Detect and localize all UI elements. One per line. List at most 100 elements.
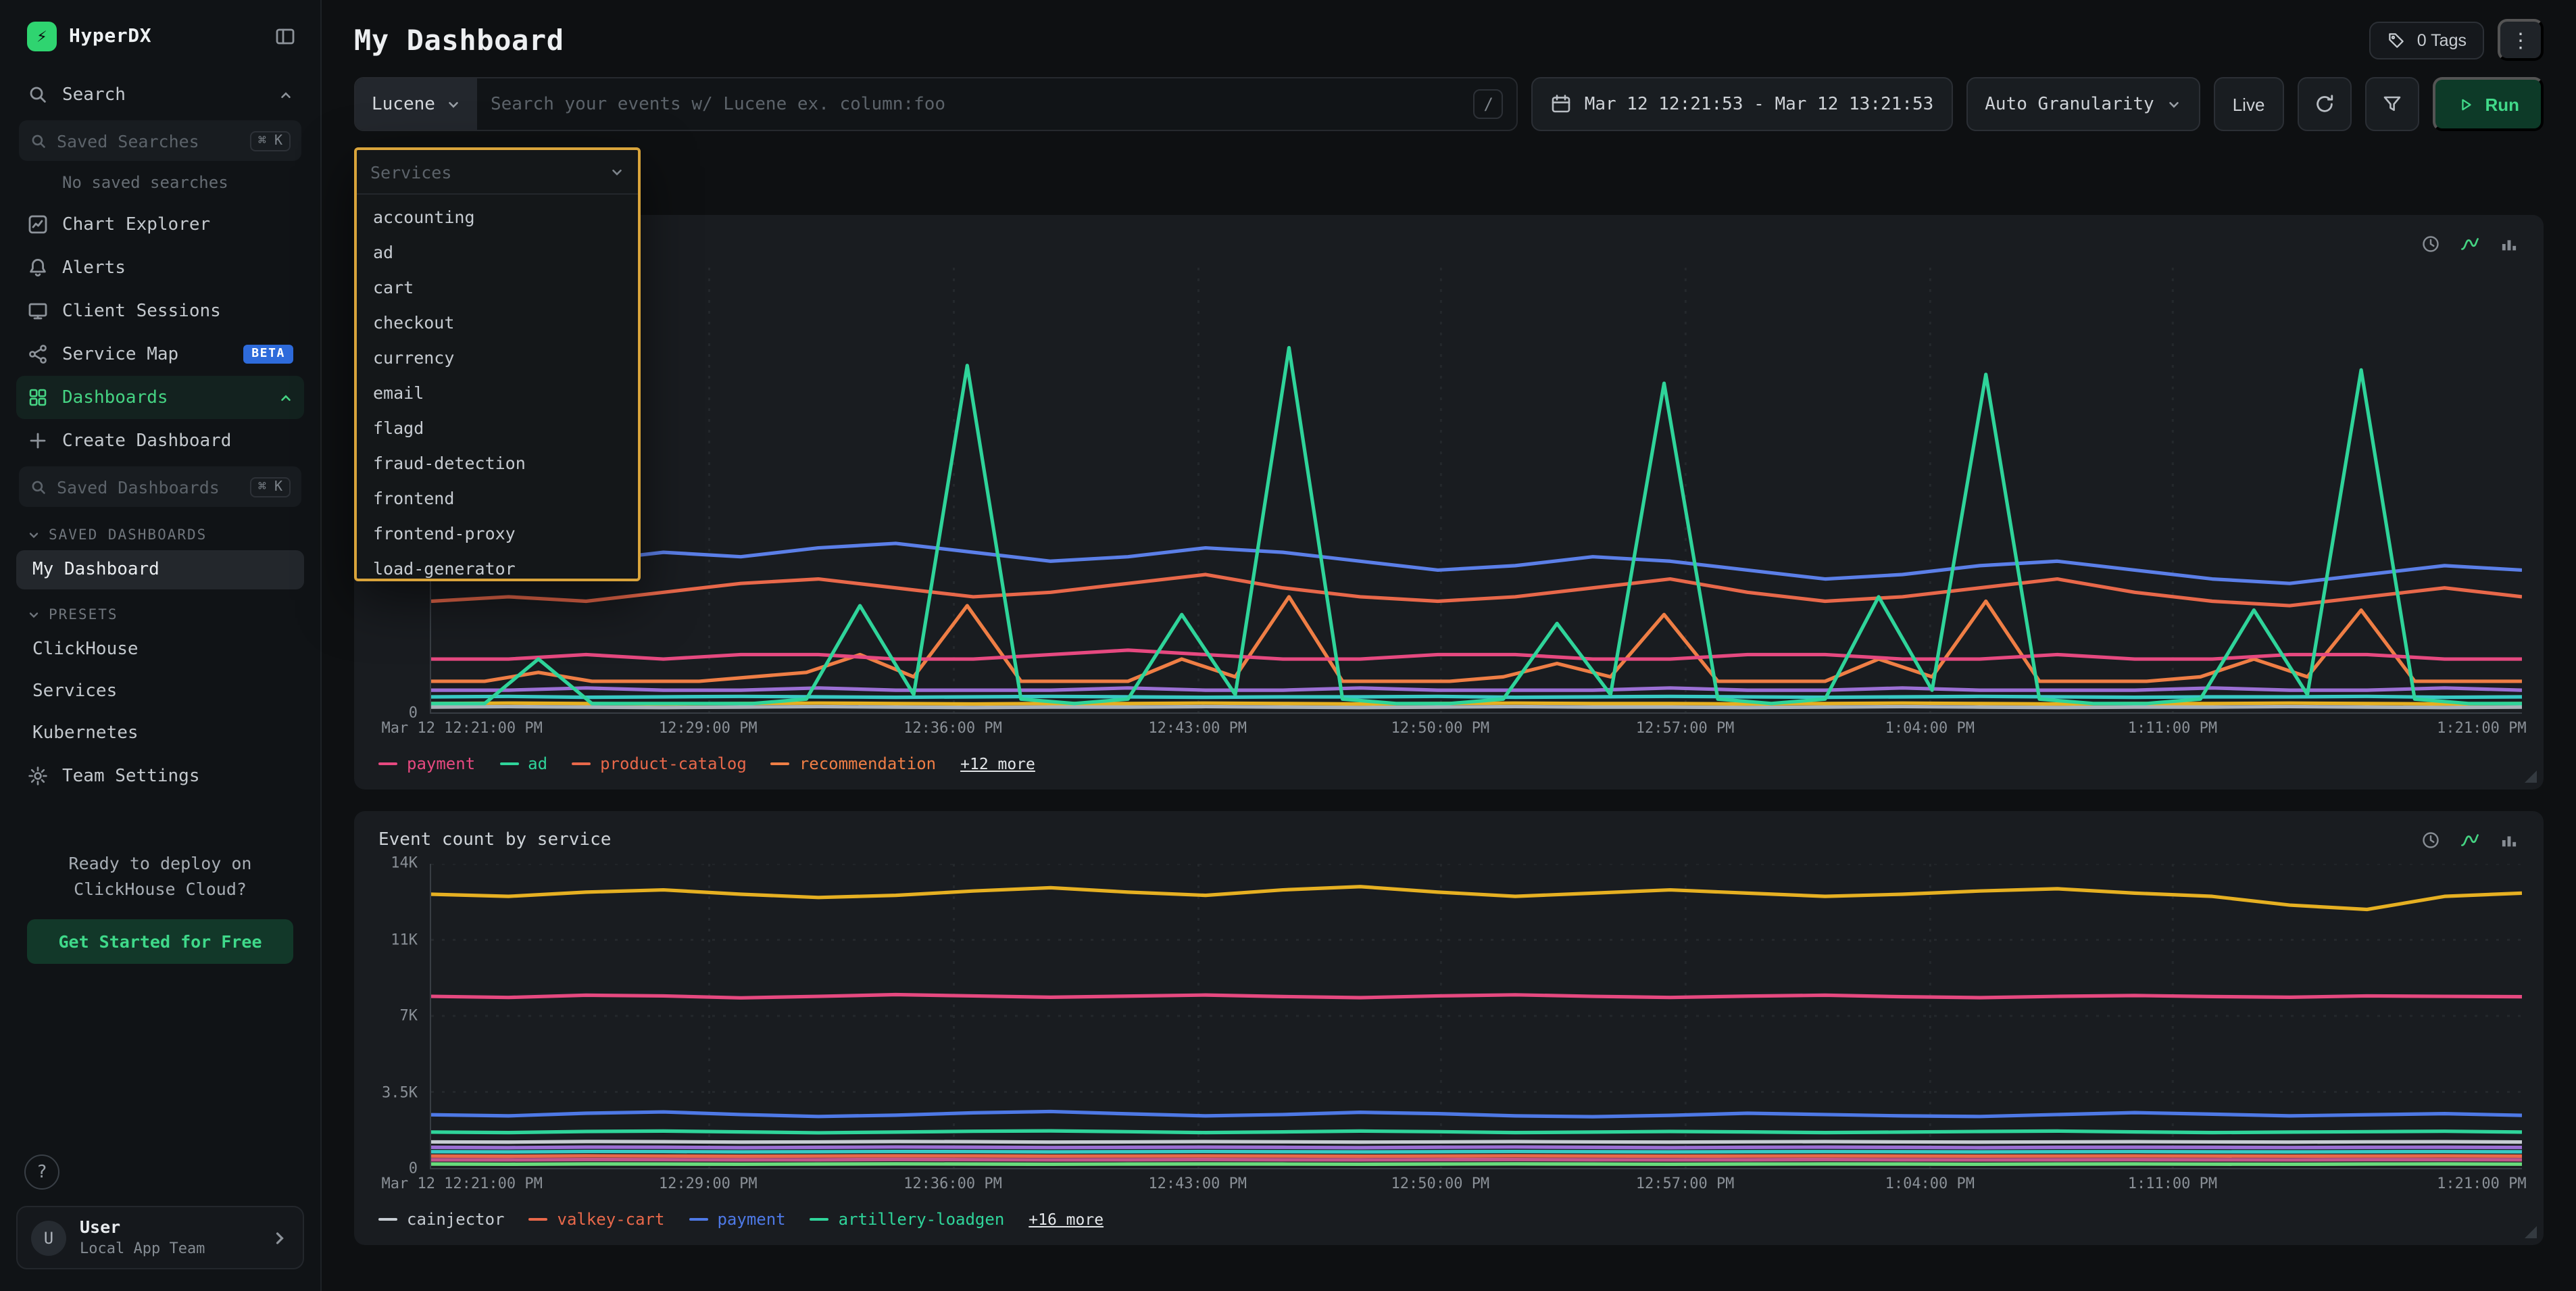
saved-dashboards-field[interactable] — [57, 477, 241, 497]
sidebar-item-search[interactable]: Search — [16, 73, 304, 116]
legend-dash — [378, 1218, 397, 1221]
services-option[interactable]: fraud-detection — [357, 445, 638, 480]
run-button[interactable]: Run — [2432, 77, 2544, 131]
x-tick-label: 12:50:00 PM — [1391, 1175, 1489, 1192]
plot-area[interactable] — [430, 864, 2522, 1169]
services-option[interactable]: ad — [357, 234, 638, 269]
tags-button[interactable]: 0 Tags — [2370, 21, 2484, 59]
chevron-up-icon — [278, 87, 293, 102]
legend-label: valkey-cart — [558, 1210, 665, 1229]
sidebar-item-preset-kubernetes[interactable]: Kubernetes — [16, 714, 304, 753]
legend-item[interactable]: product-catalog — [572, 754, 747, 773]
services-option[interactable]: currency — [357, 339, 638, 374]
chart-legend: cainjector valkey-cart payment artillery-lo… — [376, 1199, 2522, 1232]
services-select[interactable] — [357, 150, 638, 195]
x-tick-label: 1:11:00 PM — [2128, 719, 2217, 737]
saved-searches-field[interactable] — [57, 130, 241, 151]
services-option[interactable]: cart — [357, 269, 638, 304]
granularity-select[interactable]: Auto Granularity — [1966, 77, 2200, 131]
chevron-right-icon — [270, 1228, 289, 1247]
line-chart-icon[interactable] — [2460, 830, 2480, 850]
sidebar-item-chart-explorer[interactable]: Chart Explorer — [16, 203, 304, 246]
x-tick-label: 12:57:00 PM — [1636, 1175, 1735, 1192]
legend-more-link[interactable]: +12 more — [960, 754, 1035, 773]
sidebar-item-dashboards[interactable]: Dashboards — [16, 376, 304, 419]
line-chart-icon[interactable] — [2460, 234, 2480, 254]
search-input[interactable] — [491, 94, 1460, 114]
legend-item[interactable]: artillery-loadgen — [810, 1210, 1005, 1229]
x-tick-label: 12:29:00 PM — [659, 719, 758, 737]
bar-chart-icon[interactable] — [2499, 830, 2519, 850]
section-saved-dashboards[interactable]: SAVED DASHBOARDS — [16, 511, 304, 549]
refresh-icon — [2313, 93, 2335, 115]
hyperdx-logo-icon: ⚡ — [27, 22, 57, 51]
more-options-button[interactable]: ⋮ — [2498, 19, 2544, 61]
sidebar-item-label: Search — [62, 84, 126, 105]
sidebar-item-client-sessions[interactable]: Client Sessions — [16, 289, 304, 333]
live-button[interactable]: Live — [2214, 77, 2284, 131]
time-range-picker[interactable]: Mar 12 12:21:53 - Mar 12 13:21:53 — [1532, 77, 1953, 131]
saved-searches-input[interactable]: ⌘ K — [19, 120, 301, 161]
clock-icon[interactable] — [2421, 830, 2441, 850]
legend-item[interactable]: cainjector — [378, 1210, 505, 1229]
plus-icon — [27, 430, 49, 452]
page-header: My Dashboard 0 Tags ⋮ — [354, 0, 2544, 77]
x-tick-label: 12:43:00 PM — [1148, 719, 1247, 737]
section-presets[interactable]: PRESETS — [16, 591, 304, 629]
legend-item[interactable]: payment — [378, 754, 475, 773]
y-tick-label: 3.5K — [382, 1083, 418, 1101]
services-option[interactable]: flagd — [357, 410, 638, 445]
legend-item[interactable]: payment — [689, 1210, 785, 1229]
create-dashboard-button[interactable]: Create Dashboard — [16, 419, 304, 462]
user-menu[interactable]: U User Local App Team — [16, 1207, 304, 1269]
dashboards-grid-icon — [27, 387, 49, 408]
time-range-label: Mar 12 12:21:53 - Mar 12 13:21:53 — [1585, 94, 1934, 114]
chart-card-events: Event count by service 03.5K7K11K14K — [354, 811, 2544, 1245]
sidebar-item-alerts[interactable]: Alerts — [16, 246, 304, 289]
y-tick-label: 11K — [391, 931, 418, 948]
saved-dashboards-input[interactable]: ⌘ K — [19, 466, 301, 507]
chart-title: Event count by service — [378, 830, 611, 850]
legend-dash — [529, 1218, 548, 1221]
sidebar-item-my-dashboard[interactable]: My Dashboard — [16, 550, 304, 589]
legend-item[interactable]: recommendation — [771, 754, 936, 773]
bell-icon — [27, 257, 49, 278]
services-filter-row: accountingadcartcheckoutcurrencyemailfla… — [354, 147, 641, 196]
services-option[interactable]: accounting — [357, 199, 638, 234]
resize-grip[interactable] — [2525, 1226, 2537, 1238]
sidebar-collapse-icon[interactable] — [274, 26, 296, 47]
legend-more-link[interactable]: +16 more — [1029, 1210, 1104, 1229]
sidebar-item-preset-clickhouse[interactable]: ClickHouse — [16, 630, 304, 669]
services-option[interactable]: load-generator — [357, 550, 638, 579]
resize-grip[interactable] — [2525, 771, 2537, 783]
search-icon — [27, 84, 49, 105]
query-language-select[interactable]: Lucene — [355, 78, 477, 130]
services-filter-input[interactable] — [370, 162, 610, 182]
section-label-text: SAVED DASHBOARDS — [49, 527, 207, 543]
filter-button[interactable] — [2364, 77, 2419, 131]
services-option[interactable]: checkout — [357, 304, 638, 339]
legend-item[interactable]: ad — [499, 754, 547, 773]
sidebar-item-preset-services[interactable]: Services — [16, 672, 304, 711]
x-axis: Mar 12 12:21:00 PM12:29:00 PM12:36:00 PM… — [430, 719, 2522, 744]
legend-item[interactable]: valkey-cart — [529, 1210, 665, 1229]
help-button[interactable]: ? — [24, 1155, 59, 1190]
services-option[interactable]: email — [357, 374, 638, 410]
services-option[interactable]: frontend-proxy — [357, 515, 638, 550]
bar-chart-icon[interactable] — [2499, 234, 2519, 254]
sidebar-item-team-settings[interactable]: Team Settings — [16, 754, 304, 798]
clock-icon[interactable] — [2421, 234, 2441, 254]
refresh-button[interactable] — [2297, 77, 2351, 131]
chart-legend: payment ad product-catalog recommendation +1… — [376, 744, 2522, 776]
service-map-icon — [27, 343, 49, 365]
shortcut-badge: ⌘ K — [250, 477, 291, 497]
services-option[interactable]: frontend — [357, 480, 638, 515]
chevron-down-icon — [2166, 97, 2181, 112]
no-saved-searches-note: No saved searches — [16, 165, 304, 203]
y-tick-label: 7K — [400, 1007, 418, 1025]
plot-area[interactable] — [430, 268, 2522, 714]
calendar-icon — [1551, 93, 1572, 115]
tags-button-label: 0 Tags — [2417, 30, 2467, 49]
sidebar-item-service-map[interactable]: Service Map BETA — [16, 333, 304, 376]
get-started-button[interactable]: Get Started for Free — [27, 919, 293, 963]
